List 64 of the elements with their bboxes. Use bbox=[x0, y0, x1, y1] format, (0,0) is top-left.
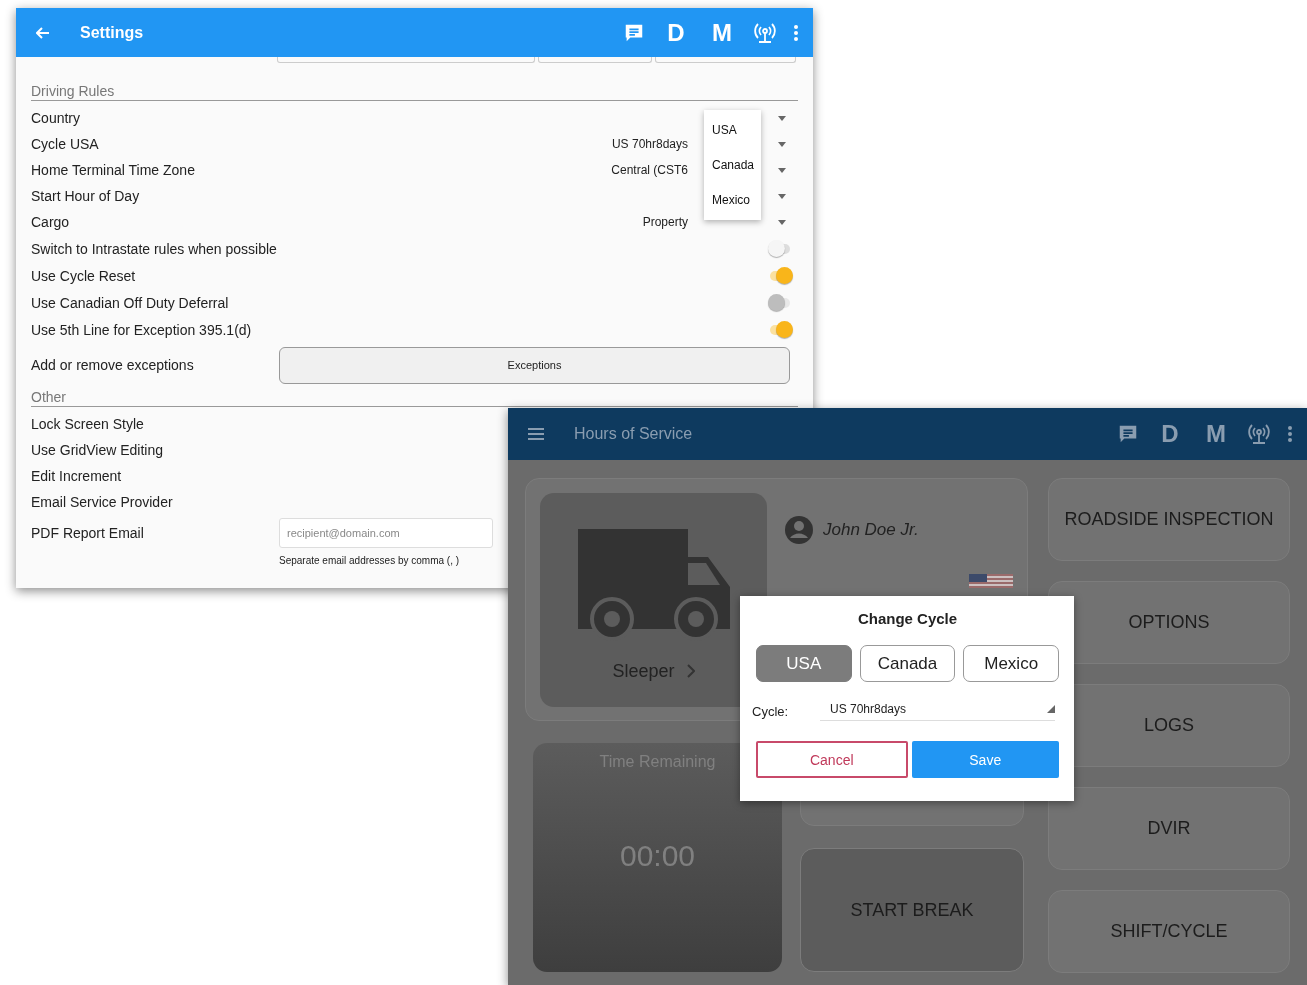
menu-button[interactable]: ROADSIDE INSPECTION bbox=[1048, 478, 1290, 561]
menu-item[interactable]: Canada bbox=[712, 158, 761, 172]
setting-label: Use GridView Editing bbox=[31, 442, 165, 458]
person-icon bbox=[785, 516, 813, 544]
setting-value[interactable]: US 70hr8days bbox=[611, 137, 688, 151]
dropdown-caret-icon[interactable] bbox=[778, 141, 786, 147]
duty-status-tile[interactable]: Sleeper bbox=[540, 493, 767, 707]
setting-label: Cargo bbox=[31, 214, 71, 230]
more-icon[interactable] bbox=[1287, 425, 1293, 443]
setting-label: PDF Report Email bbox=[31, 525, 145, 541]
menu-button[interactable]: OPTIONS bbox=[1048, 581, 1290, 664]
dropdown-caret-icon[interactable] bbox=[778, 115, 786, 121]
setting-label: Add or remove exceptions bbox=[31, 357, 195, 373]
menu-button[interactable]: SHIFT/CYCLE bbox=[1048, 890, 1290, 973]
status-letter[interactable]: M bbox=[1201, 420, 1231, 448]
country-tab[interactable]: Mexico bbox=[963, 645, 1059, 682]
menu-item[interactable]: Mexico bbox=[712, 193, 761, 208]
screen-title: Hours of Service bbox=[574, 425, 694, 443]
menu-icon[interactable] bbox=[528, 428, 544, 440]
menu-button[interactable]: DVIR bbox=[1048, 787, 1290, 870]
status-letter[interactable]: D bbox=[1155, 420, 1185, 448]
chevron-right-icon bbox=[686, 664, 695, 678]
country-tab[interactable]: Canada bbox=[859, 645, 956, 682]
setting-label: Lock Screen Style bbox=[31, 416, 145, 432]
section-heading: Other bbox=[31, 389, 798, 407]
setting-label: Use Canadian Off Duty Deferral bbox=[31, 294, 230, 311]
setting-value[interactable]: Central (CST6 bbox=[611, 163, 688, 177]
cancel-button[interactable]: Cancel bbox=[756, 741, 908, 778]
setting-label: Cycle USA bbox=[31, 136, 100, 152]
status-letter[interactable]: D bbox=[661, 18, 691, 47]
setting-label: Country bbox=[31, 110, 82, 126]
status-letter[interactable]: M bbox=[707, 18, 737, 47]
setting-value[interactable]: Property bbox=[642, 215, 688, 229]
flag-icon bbox=[969, 574, 1013, 588]
setting-label: Use Cycle Reset bbox=[31, 267, 137, 284]
toggle-switch[interactable] bbox=[768, 320, 794, 339]
screen-title: Settings bbox=[80, 23, 145, 42]
cycle-select[interactable]: US 70hr8days bbox=[820, 702, 1055, 721]
country-tab[interactable]: USA bbox=[756, 645, 852, 682]
setting-label: Start Hour of Day bbox=[31, 188, 141, 204]
action-button[interactable]: START BREAK bbox=[800, 848, 1024, 972]
helper-text: Separate email addresses by comma (, ) bbox=[278, 555, 461, 566]
save-button[interactable]: Save bbox=[911, 741, 1059, 778]
back-arrow-icon[interactable] bbox=[36, 26, 50, 39]
dropdown-caret-icon[interactable] bbox=[778, 167, 786, 173]
cycle-label: Cycle: bbox=[752, 704, 790, 719]
driver-name: John Doe Jr. bbox=[823, 520, 919, 540]
toggle-switch[interactable] bbox=[768, 266, 794, 285]
antenna-icon[interactable] bbox=[1247, 423, 1271, 445]
dropdown-caret-icon[interactable] bbox=[778, 219, 786, 225]
exceptions-button[interactable]: Exceptions bbox=[279, 346, 790, 384]
more-icon[interactable] bbox=[793, 23, 799, 42]
dropdown-caret-icon[interactable] bbox=[778, 193, 786, 199]
setting-label: Home Terminal Time Zone bbox=[31, 162, 196, 178]
dropdown-caret-icon bbox=[1047, 705, 1055, 713]
dialog-title: Change Cycle bbox=[857, 610, 958, 627]
setting-label: Email Service Provider bbox=[31, 494, 174, 510]
section-heading: Driving Rules bbox=[31, 83, 798, 101]
setting-label: Use 5th Line for Exception 395.1(d) bbox=[31, 321, 253, 338]
setting-label: Edit Increment bbox=[31, 468, 123, 484]
setting-label: Switch to Intrastate rules when possible bbox=[31, 240, 278, 257]
menu-item[interactable]: USA bbox=[712, 122, 761, 137]
duty-status-label: Sleeper bbox=[612, 660, 675, 682]
email-input[interactable]: recipient@domain.com bbox=[279, 518, 493, 548]
